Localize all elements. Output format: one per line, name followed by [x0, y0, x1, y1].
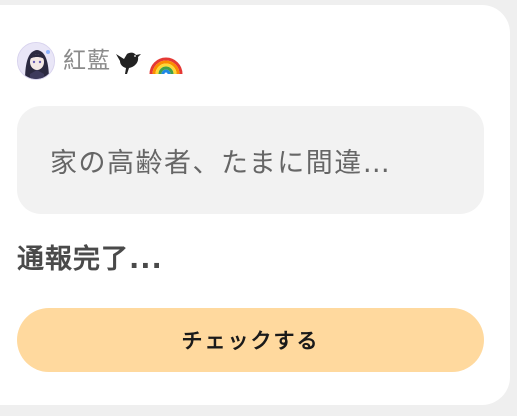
- avatar[interactable]: [17, 42, 55, 80]
- avatar-image: [18, 43, 54, 79]
- post-card: 紅藍 家の高齢者、たまに間違… 通報完了... チェックする: [0, 5, 510, 405]
- author-row[interactable]: 紅藍: [17, 41, 183, 81]
- rainbow-icon: [149, 46, 183, 76]
- quoted-post[interactable]: 家の高齢者、たまに間違…: [17, 106, 484, 214]
- quoted-post-text: 家の高齢者、たまに間違…: [50, 147, 392, 179]
- check-button[interactable]: チェックする: [17, 308, 484, 372]
- author-name[interactable]: 紅藍: [63, 49, 111, 73]
- status-text: 通報完了...: [17, 244, 163, 275]
- black-bird-icon: [114, 46, 146, 76]
